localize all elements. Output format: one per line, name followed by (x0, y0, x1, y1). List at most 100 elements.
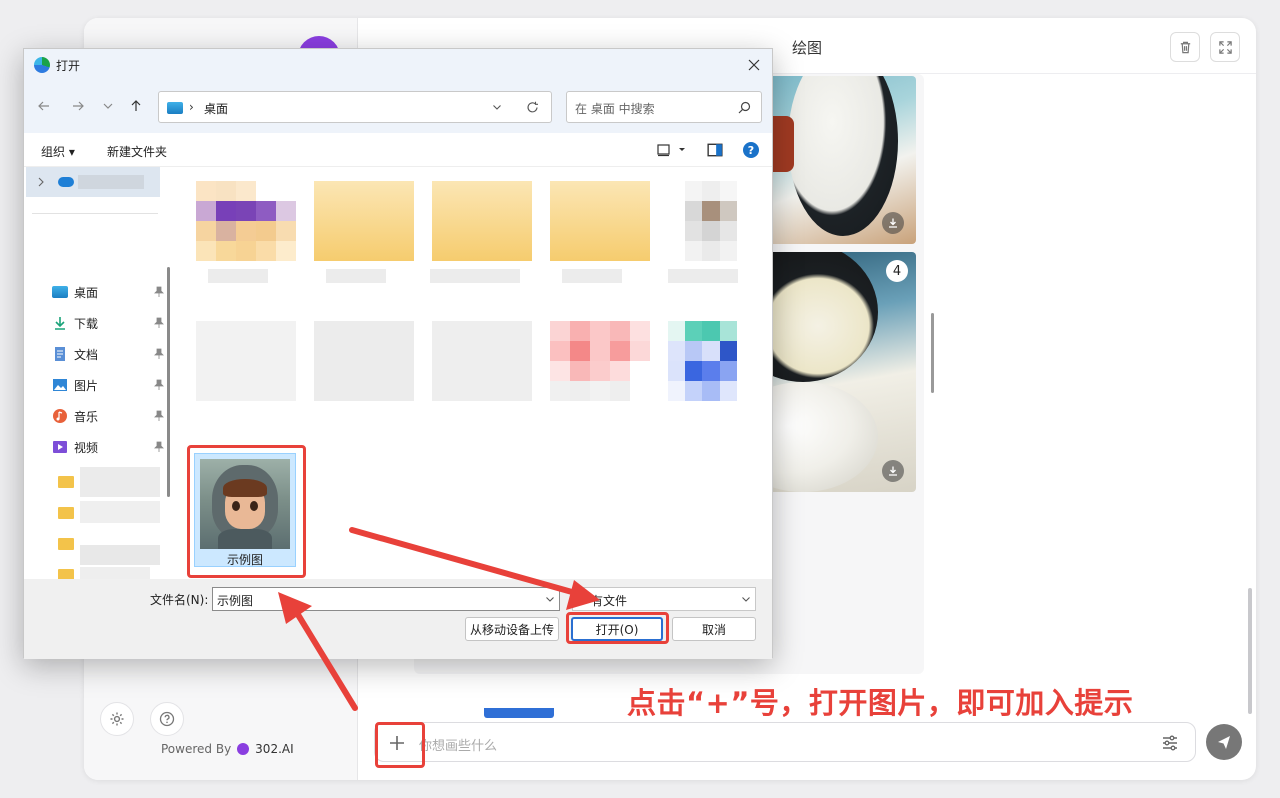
redacted-folder[interactable] (80, 545, 160, 565)
prompt-input-box[interactable]: 你想画些什么 (374, 722, 1196, 762)
chevron-down-icon[interactable] (741, 594, 751, 604)
filetype-select[interactable]: 有文件 (572, 587, 756, 611)
filename-input[interactable]: 示例图 (212, 587, 560, 611)
forward-button[interactable] (70, 98, 86, 114)
close-button[interactable] (740, 51, 768, 79)
arrow-up-icon (131, 100, 141, 111)
redacted-folder[interactable] (80, 501, 160, 523)
breadcrumb-location[interactable]: 桌面 (204, 100, 228, 117)
file-item[interactable] (542, 313, 650, 433)
nav-item-videos[interactable]: 视频 (52, 435, 164, 459)
pixelated-thumbnail (314, 321, 414, 401)
scrollbar[interactable] (1248, 588, 1252, 714)
dialog-navbar: › 桌面 在 桌面 中搜索 (24, 81, 772, 133)
action-button[interactable] (484, 708, 554, 718)
refresh-icon[interactable] (526, 101, 539, 114)
redacted-label (78, 175, 144, 189)
send-icon (1218, 736, 1230, 749)
pixelated-thumbnail (668, 321, 754, 401)
pixelated-thumbnail (196, 181, 296, 261)
redacted-folder[interactable] (80, 467, 160, 497)
cancel-button[interactable]: 取消 (672, 617, 756, 641)
organize-menu[interactable]: 组织 ▾ (41, 143, 75, 160)
edge-browser-icon (34, 57, 50, 73)
nav-item-music[interactable]: 音乐 (52, 404, 164, 428)
delete-button[interactable] (1170, 32, 1200, 62)
brand-name[interactable]: 302.AI (255, 742, 293, 756)
search-input[interactable]: 在 桌面 中搜索 (566, 91, 762, 123)
pin-icon[interactable] (154, 348, 164, 360)
address-bar[interactable]: › 桌面 (158, 91, 552, 123)
nav-item-pictures[interactable]: 图片 (52, 373, 164, 397)
send-button[interactable] (1206, 724, 1242, 760)
nav-item-onedrive[interactable] (26, 167, 160, 197)
generated-image[interactable] (748, 76, 916, 244)
dialog-titlebar: 打开 (24, 49, 772, 81)
view-options-button[interactable] (654, 142, 690, 158)
back-button[interactable] (36, 98, 52, 114)
settings-button[interactable] (100, 702, 134, 736)
prompt-input-placeholder[interactable]: 你想画些什么 (419, 735, 497, 754)
nav-item-label: 视频 (74, 440, 99, 455)
file-item[interactable] (542, 173, 650, 293)
download-button[interactable] (882, 460, 904, 482)
pin-icon[interactable] (154, 410, 164, 422)
video-icon (52, 439, 68, 455)
download-icon (889, 466, 897, 476)
file-item[interactable] (188, 173, 296, 293)
download-button[interactable] (882, 212, 904, 234)
nav-item-desktop[interactable]: 桌面 (52, 280, 164, 304)
document-icon (52, 346, 68, 362)
help-icon[interactable]: ? (743, 142, 759, 158)
fullscreen-button[interactable] (1210, 32, 1240, 62)
preview-pane-button[interactable] (707, 142, 723, 158)
pin-icon[interactable] (154, 379, 164, 391)
file-item[interactable] (424, 173, 532, 293)
filetype-value[interactable]: 有文件 (591, 592, 627, 609)
redacted-filename (208, 269, 268, 283)
pin-icon[interactable] (154, 441, 164, 453)
help-button[interactable] (150, 702, 184, 736)
highlight-box-plus-button (375, 722, 425, 768)
file-item[interactable] (424, 313, 532, 433)
chevron-right-icon[interactable] (36, 176, 46, 188)
file-item[interactable] (660, 313, 758, 433)
breadcrumb-separator: › (189, 100, 194, 114)
file-item[interactable] (188, 313, 296, 433)
folder-icon[interactable] (58, 476, 74, 488)
generated-image[interactable]: 4 (748, 252, 916, 492)
content-scrollbar[interactable] (931, 313, 934, 393)
search-placeholder[interactable]: 在 桌面 中搜索 (575, 100, 655, 117)
pixelated-thumbnail (668, 181, 754, 261)
file-item[interactable] (306, 313, 414, 433)
folder-thumbnail (314, 181, 414, 261)
folder-icon[interactable] (58, 538, 74, 550)
arrow-left-icon (38, 101, 49, 111)
filename-value[interactable]: 示例图 (217, 592, 253, 609)
redacted-filename (562, 269, 622, 283)
download-icon (52, 315, 68, 331)
pin-icon[interactable] (154, 317, 164, 329)
chevron-down-icon[interactable] (491, 101, 503, 113)
recent-locations-button[interactable] (100, 98, 116, 114)
chevron-down-icon[interactable] (545, 594, 555, 604)
redacted-filename (668, 269, 738, 283)
redacted-filename (326, 269, 386, 283)
highlight-box-open-button (566, 612, 669, 644)
folder-thumbnail (550, 181, 650, 261)
pin-icon[interactable] (154, 286, 164, 298)
nav-item-label: 文档 (74, 347, 99, 362)
open-file-dialog: 打开 › 桌面 在 桌面 中搜索 组织 ▾ 新建文件夹 ? 桌面 下载 文档 图… (23, 48, 934, 659)
nav-item-documents[interactable]: 文档 (52, 342, 164, 366)
file-item[interactable] (660, 173, 758, 293)
nav-scrollbar[interactable] (167, 267, 170, 497)
settings-sliders-icon[interactable] (1161, 734, 1179, 752)
nav-item-label: 桌面 (74, 285, 99, 300)
folder-icon[interactable] (58, 507, 74, 519)
up-button[interactable] (128, 98, 144, 114)
new-folder-button[interactable]: 新建文件夹 (107, 143, 167, 160)
file-item[interactable] (306, 173, 414, 293)
gear-icon (110, 712, 124, 726)
nav-item-downloads[interactable]: 下载 (52, 311, 164, 335)
upload-from-mobile-button[interactable]: 从移动设备上传 (465, 617, 559, 641)
